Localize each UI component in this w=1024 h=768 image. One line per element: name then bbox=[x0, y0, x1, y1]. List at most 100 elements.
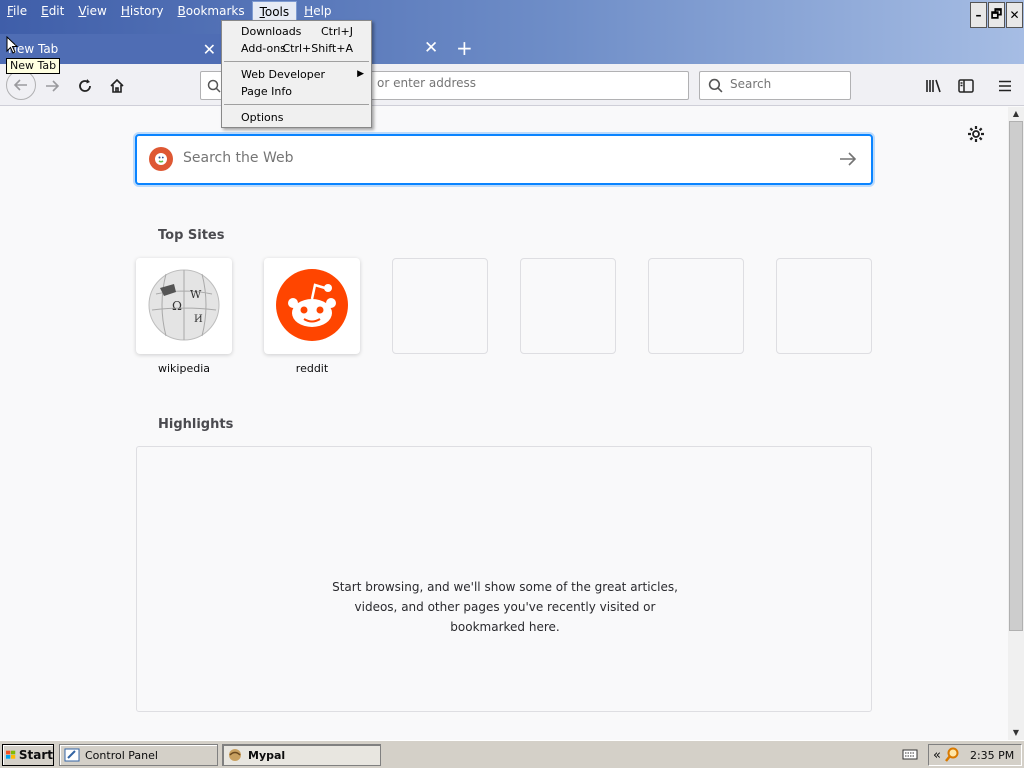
taskbar-item-mypal[interactable]: Mypal bbox=[222, 744, 381, 766]
menu-edit[interactable]: Edit bbox=[34, 1, 71, 21]
menu-bookmarks[interactable]: Bookmarks bbox=[171, 1, 252, 21]
menu-help[interactable]: Help bbox=[297, 1, 338, 21]
page-scrollbar[interactable]: ▲ ▼ bbox=[1008, 107, 1024, 740]
menu-item-options[interactable]: Options bbox=[222, 109, 371, 126]
top-site-label: reddit bbox=[295, 362, 329, 375]
menu-tools[interactable]: Tools bbox=[251, 1, 298, 21]
menu-item-web-developer[interactable]: Web Developer ▶ bbox=[222, 66, 371, 83]
library-icon bbox=[926, 79, 941, 93]
menu-item-downloads-shortcut: Ctrl+J bbox=[320, 25, 353, 38]
search-input[interactable] bbox=[730, 77, 840, 91]
start-label: Start bbox=[18, 748, 53, 762]
duckduckgo-icon bbox=[149, 147, 173, 171]
sidebar-button[interactable] bbox=[952, 72, 980, 100]
url-input[interactable] bbox=[377, 76, 677, 90]
scroll-down-arrow-icon[interactable]: ▼ bbox=[1008, 726, 1024, 740]
reload-icon bbox=[79, 79, 91, 92]
search-icon bbox=[708, 78, 723, 93]
tab-close-button[interactable]: ✕ bbox=[203, 40, 216, 59]
web-search-input[interactable] bbox=[183, 150, 783, 166]
menu-item-options-label: Options bbox=[241, 111, 284, 124]
menu-item-addons[interactable]: Add-ons Ctrl+Shift+A bbox=[222, 40, 371, 57]
tools-menu-dropdown: Downloads Ctrl+J Add-ons Ctrl+Shift+A Web … bbox=[221, 20, 372, 128]
tray-chevron-icon[interactable]: « bbox=[933, 748, 941, 763]
mouse-cursor-icon bbox=[6, 36, 18, 54]
highlights-empty-message: Start browsing, and we'll show some of t… bbox=[332, 580, 678, 634]
taskbar-item-control-panel[interactable]: Control Panel bbox=[59, 744, 218, 766]
hamburger-menu-button[interactable] bbox=[991, 72, 1019, 100]
browser-titlebar: File Edit View History Bookmarks Tools H… bbox=[0, 0, 1024, 64]
menu-item-downloads-label: Downloads bbox=[241, 25, 302, 38]
menu-bookmarks-label: ookmarks bbox=[185, 4, 245, 18]
search-go-arrow-icon[interactable] bbox=[839, 148, 857, 172]
menu-item-web-developer-label: Web Developer bbox=[241, 68, 326, 81]
menu-item-downloads[interactable]: Downloads Ctrl+J bbox=[222, 23, 371, 40]
close-window-button[interactable]: ✕ bbox=[1006, 2, 1023, 28]
menu-item-page-info[interactable]: Page Info bbox=[222, 83, 371, 100]
home-button[interactable] bbox=[103, 72, 131, 100]
top-site-empty[interactable] bbox=[392, 258, 488, 354]
top-site-empty[interactable] bbox=[776, 258, 872, 354]
navigation-toolbar bbox=[0, 64, 1024, 106]
control-panel-icon bbox=[64, 748, 80, 762]
reload-button[interactable] bbox=[71, 72, 99, 100]
menu-help-label: elp bbox=[313, 4, 332, 18]
url-search-icon bbox=[207, 79, 221, 93]
menu-tools-label: ools bbox=[264, 5, 290, 19]
top-sites-title: Top Sites bbox=[158, 228, 225, 243]
menu-separator bbox=[224, 61, 369, 62]
clock: 2:35 PM bbox=[969, 748, 1015, 762]
menu-edit-label: dit bbox=[48, 4, 65, 18]
top-site-empty[interactable] bbox=[520, 258, 616, 354]
top-site-wikipedia[interactable]: Ω W И bbox=[136, 258, 232, 354]
minimize-button[interactable]: – bbox=[970, 2, 987, 28]
restore-button[interactable]: 🗗 bbox=[988, 2, 1005, 28]
menu-item-addons-label: Add-ons bbox=[241, 42, 286, 55]
menu-history-mnemonic: H bbox=[120, 4, 130, 18]
menu-view[interactable]: View bbox=[71, 1, 113, 21]
gear-icon[interactable] bbox=[967, 125, 985, 148]
svg-text:И: И bbox=[194, 314, 203, 325]
taskbar: Start Control Panel Mypal « 2:35 PM bbox=[0, 740, 1024, 768]
top-site-label: wikipedia bbox=[157, 362, 210, 375]
top-site-reddit[interactable] bbox=[264, 258, 360, 354]
back-button[interactable] bbox=[6, 70, 36, 100]
top-site-empty[interactable] bbox=[648, 258, 744, 354]
highlights-panel: Start browsing, and we'll show some of t… bbox=[136, 446, 872, 712]
menu-bar: File Edit View History Bookmarks Tools H… bbox=[0, 0, 339, 22]
highlights-title: Highlights bbox=[158, 417, 234, 432]
screen: File Edit View History Bookmarks Tools H… bbox=[0, 0, 1024, 768]
menu-edit-mnemonic: E bbox=[41, 4, 49, 18]
menu-file-label: ile bbox=[13, 4, 28, 18]
gear-icon-svg bbox=[968, 126, 984, 142]
submenu-arrow-icon: ▶ bbox=[357, 69, 364, 79]
search-bar[interactable] bbox=[699, 71, 851, 100]
svg-text:W: W bbox=[190, 288, 202, 301]
search-tray-icon[interactable] bbox=[944, 747, 960, 763]
keyboard-icon[interactable] bbox=[902, 747, 918, 764]
menu-separator bbox=[224, 104, 369, 105]
wikipedia-icon: Ω W И bbox=[148, 269, 220, 341]
menu-file[interactable]: File bbox=[0, 1, 34, 21]
scroll-up-arrow-icon[interactable]: ▲ bbox=[1008, 107, 1024, 121]
keyboard-icon-svg bbox=[902, 749, 918, 760]
hamburger-icon bbox=[999, 80, 1011, 92]
scrollbar-thumb[interactable] bbox=[1009, 121, 1023, 631]
duckduckgo-face bbox=[155, 153, 167, 165]
menu-help-mnemonic: H bbox=[304, 4, 314, 18]
new-tab-page: Top Sites Ω W И bbox=[0, 107, 1008, 740]
menu-history[interactable]: History bbox=[114, 1, 171, 21]
second-tab-close-button[interactable]: ✕ bbox=[424, 38, 438, 58]
forward-button[interactable] bbox=[38, 72, 66, 100]
menu-item-page-info-label: Page Info bbox=[241, 85, 292, 98]
menu-view-label: iew bbox=[86, 4, 107, 18]
start-button[interactable]: Start bbox=[2, 744, 54, 766]
sidebar-icon bbox=[958, 79, 974, 93]
window-controls: – 🗗 ✕ bbox=[969, 2, 1023, 28]
back-arrow-icon bbox=[13, 79, 27, 91]
new-tab-button[interactable]: + bbox=[456, 36, 473, 60]
arrow-right-icon bbox=[840, 152, 857, 166]
home-icon bbox=[110, 78, 124, 93]
library-button[interactable] bbox=[920, 72, 948, 100]
web-search-box[interactable] bbox=[135, 134, 873, 185]
